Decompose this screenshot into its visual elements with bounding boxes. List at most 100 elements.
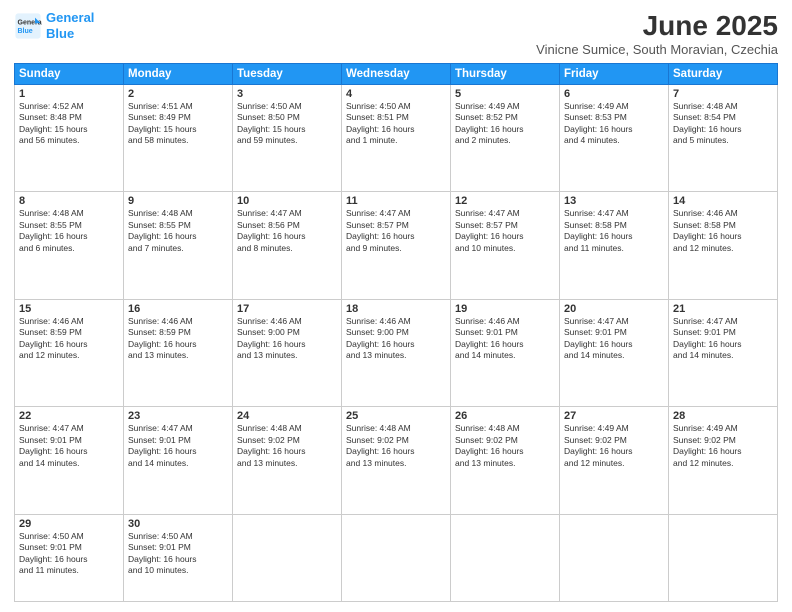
header-monday: Monday <box>124 64 233 85</box>
location-title: Vinicne Sumice, South Moravian, Czechia <box>536 42 778 57</box>
table-row: 24Sunrise: 4:48 AM Sunset: 9:02 PM Dayli… <box>233 407 342 514</box>
day-number: 24 <box>237 410 337 422</box>
day-info: Sunrise: 4:48 AM Sunset: 9:02 PM Dayligh… <box>237 423 337 469</box>
table-row: 21Sunrise: 4:47 AM Sunset: 9:01 PM Dayli… <box>669 299 778 406</box>
day-info: Sunrise: 4:46 AM Sunset: 9:00 PM Dayligh… <box>237 316 337 362</box>
title-block: June 2025 Vinicne Sumice, South Moravian… <box>536 10 778 57</box>
weekday-header-row: Sunday Monday Tuesday Wednesday Thursday… <box>15 64 778 85</box>
day-number: 17 <box>237 303 337 315</box>
day-info: Sunrise: 4:47 AM Sunset: 8:57 PM Dayligh… <box>346 208 446 254</box>
table-row: 20Sunrise: 4:47 AM Sunset: 9:01 PM Dayli… <box>560 299 669 406</box>
day-info: Sunrise: 4:52 AM Sunset: 8:48 PM Dayligh… <box>19 101 119 147</box>
day-info: Sunrise: 4:47 AM Sunset: 9:01 PM Dayligh… <box>564 316 664 362</box>
svg-text:Blue: Blue <box>18 28 33 35</box>
table-row: 4Sunrise: 4:50 AM Sunset: 8:51 PM Daylig… <box>342 85 451 192</box>
header: General Blue General Blue June 2025 Vini… <box>14 10 778 57</box>
day-info: Sunrise: 4:47 AM Sunset: 8:58 PM Dayligh… <box>564 208 664 254</box>
day-info: Sunrise: 4:47 AM Sunset: 9:01 PM Dayligh… <box>19 423 119 469</box>
day-number: 18 <box>346 303 446 315</box>
day-number: 15 <box>19 303 119 315</box>
day-number: 2 <box>128 88 228 100</box>
table-row: 8Sunrise: 4:48 AM Sunset: 8:55 PM Daylig… <box>15 192 124 299</box>
day-info: Sunrise: 4:49 AM Sunset: 9:02 PM Dayligh… <box>564 423 664 469</box>
day-info: Sunrise: 4:46 AM Sunset: 9:00 PM Dayligh… <box>346 316 446 362</box>
table-row: 13Sunrise: 4:47 AM Sunset: 8:58 PM Dayli… <box>560 192 669 299</box>
logo-line2: Blue <box>46 26 74 41</box>
table-row: 6Sunrise: 4:49 AM Sunset: 8:53 PM Daylig… <box>560 85 669 192</box>
header-tuesday: Tuesday <box>233 64 342 85</box>
day-number: 10 <box>237 195 337 207</box>
table-row: 22Sunrise: 4:47 AM Sunset: 9:01 PM Dayli… <box>15 407 124 514</box>
logo: General Blue General Blue <box>14 10 94 41</box>
day-info: Sunrise: 4:48 AM Sunset: 8:55 PM Dayligh… <box>128 208 228 254</box>
day-number: 29 <box>19 518 119 530</box>
day-info: Sunrise: 4:47 AM Sunset: 8:57 PM Dayligh… <box>455 208 555 254</box>
day-number: 23 <box>128 410 228 422</box>
day-info: Sunrise: 4:51 AM Sunset: 8:49 PM Dayligh… <box>128 101 228 147</box>
day-info: Sunrise: 4:47 AM Sunset: 9:01 PM Dayligh… <box>128 423 228 469</box>
day-number: 7 <box>673 88 773 100</box>
day-number: 16 <box>128 303 228 315</box>
day-number: 22 <box>19 410 119 422</box>
day-info: Sunrise: 4:46 AM Sunset: 9:01 PM Dayligh… <box>455 316 555 362</box>
day-number: 19 <box>455 303 555 315</box>
day-info: Sunrise: 4:50 AM Sunset: 9:01 PM Dayligh… <box>19 531 119 577</box>
table-row: 2Sunrise: 4:51 AM Sunset: 8:49 PM Daylig… <box>124 85 233 192</box>
calendar-table: Sunday Monday Tuesday Wednesday Thursday… <box>14 63 778 602</box>
table-row: 28Sunrise: 4:49 AM Sunset: 9:02 PM Dayli… <box>669 407 778 514</box>
header-friday: Friday <box>560 64 669 85</box>
table-row: 29Sunrise: 4:50 AM Sunset: 9:01 PM Dayli… <box>15 514 124 601</box>
day-info: Sunrise: 4:47 AM Sunset: 8:56 PM Dayligh… <box>237 208 337 254</box>
day-number: 6 <box>564 88 664 100</box>
header-thursday: Thursday <box>451 64 560 85</box>
logo-text: General Blue <box>46 10 94 41</box>
day-info: Sunrise: 4:46 AM Sunset: 8:59 PM Dayligh… <box>19 316 119 362</box>
table-row <box>233 514 342 601</box>
table-row: 10Sunrise: 4:47 AM Sunset: 8:56 PM Dayli… <box>233 192 342 299</box>
day-info: Sunrise: 4:49 AM Sunset: 8:52 PM Dayligh… <box>455 101 555 147</box>
table-row: 9Sunrise: 4:48 AM Sunset: 8:55 PM Daylig… <box>124 192 233 299</box>
calendar-week-row: 8Sunrise: 4:48 AM Sunset: 8:55 PM Daylig… <box>15 192 778 299</box>
day-number: 1 <box>19 88 119 100</box>
table-row <box>669 514 778 601</box>
calendar-week-row: 15Sunrise: 4:46 AM Sunset: 8:59 PM Dayli… <box>15 299 778 406</box>
day-number: 3 <box>237 88 337 100</box>
day-info: Sunrise: 4:48 AM Sunset: 9:02 PM Dayligh… <box>455 423 555 469</box>
day-info: Sunrise: 4:49 AM Sunset: 8:53 PM Dayligh… <box>564 101 664 147</box>
table-row: 1Sunrise: 4:52 AM Sunset: 8:48 PM Daylig… <box>15 85 124 192</box>
day-info: Sunrise: 4:46 AM Sunset: 8:59 PM Dayligh… <box>128 316 228 362</box>
logo-icon: General Blue <box>14 12 42 40</box>
day-number: 28 <box>673 410 773 422</box>
header-sunday: Sunday <box>15 64 124 85</box>
table-row: 16Sunrise: 4:46 AM Sunset: 8:59 PM Dayli… <box>124 299 233 406</box>
table-row <box>451 514 560 601</box>
table-row: 19Sunrise: 4:46 AM Sunset: 9:01 PM Dayli… <box>451 299 560 406</box>
day-info: Sunrise: 4:47 AM Sunset: 9:01 PM Dayligh… <box>673 316 773 362</box>
calendar-week-row: 1Sunrise: 4:52 AM Sunset: 8:48 PM Daylig… <box>15 85 778 192</box>
day-number: 14 <box>673 195 773 207</box>
table-row <box>342 514 451 601</box>
day-number: 11 <box>346 195 446 207</box>
day-info: Sunrise: 4:48 AM Sunset: 8:55 PM Dayligh… <box>19 208 119 254</box>
table-row: 7Sunrise: 4:48 AM Sunset: 8:54 PM Daylig… <box>669 85 778 192</box>
day-number: 5 <box>455 88 555 100</box>
table-row: 25Sunrise: 4:48 AM Sunset: 9:02 PM Dayli… <box>342 407 451 514</box>
month-title: June 2025 <box>536 10 778 42</box>
calendar-week-row: 22Sunrise: 4:47 AM Sunset: 9:01 PM Dayli… <box>15 407 778 514</box>
day-info: Sunrise: 4:50 AM Sunset: 8:50 PM Dayligh… <box>237 101 337 147</box>
table-row: 11Sunrise: 4:47 AM Sunset: 8:57 PM Dayli… <box>342 192 451 299</box>
table-row: 18Sunrise: 4:46 AM Sunset: 9:00 PM Dayli… <box>342 299 451 406</box>
day-info: Sunrise: 4:50 AM Sunset: 9:01 PM Dayligh… <box>128 531 228 577</box>
header-wednesday: Wednesday <box>342 64 451 85</box>
table-row: 23Sunrise: 4:47 AM Sunset: 9:01 PM Dayli… <box>124 407 233 514</box>
day-info: Sunrise: 4:48 AM Sunset: 9:02 PM Dayligh… <box>346 423 446 469</box>
table-row <box>560 514 669 601</box>
day-number: 26 <box>455 410 555 422</box>
day-number: 27 <box>564 410 664 422</box>
table-row: 27Sunrise: 4:49 AM Sunset: 9:02 PM Dayli… <box>560 407 669 514</box>
day-number: 9 <box>128 195 228 207</box>
day-info: Sunrise: 4:50 AM Sunset: 8:51 PM Dayligh… <box>346 101 446 147</box>
day-info: Sunrise: 4:46 AM Sunset: 8:58 PM Dayligh… <box>673 208 773 254</box>
table-row: 30Sunrise: 4:50 AM Sunset: 9:01 PM Dayli… <box>124 514 233 601</box>
table-row: 15Sunrise: 4:46 AM Sunset: 8:59 PM Dayli… <box>15 299 124 406</box>
